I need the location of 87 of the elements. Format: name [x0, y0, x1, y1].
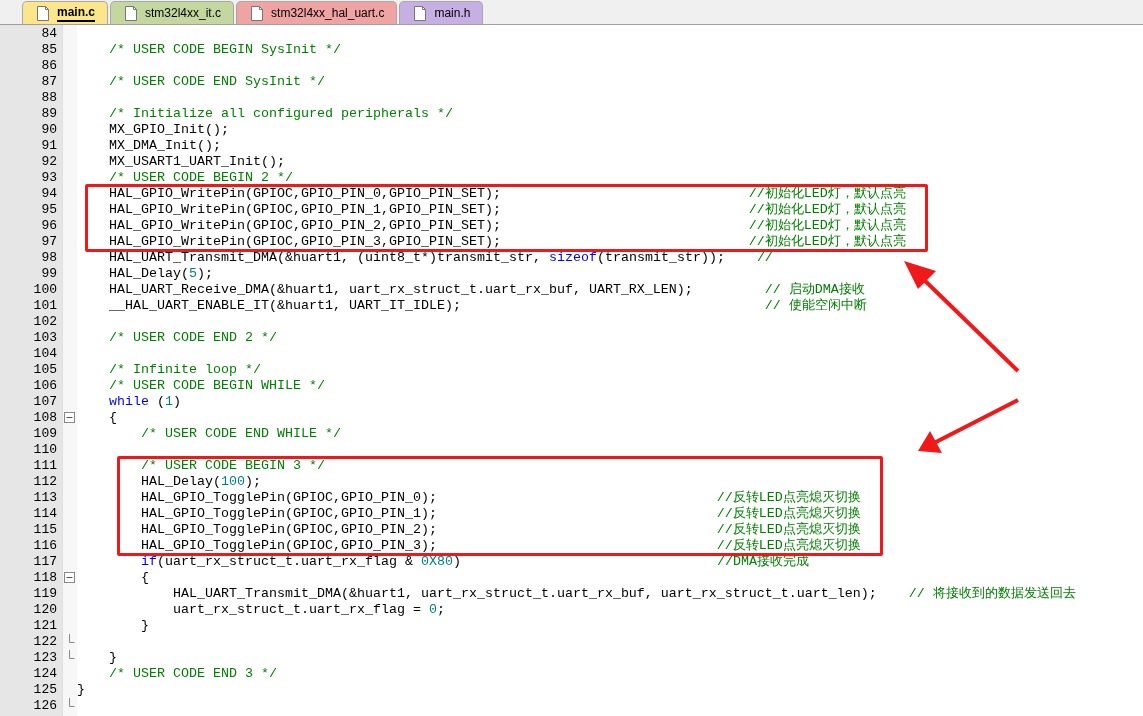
line-number: 104 — [32, 346, 58, 362]
code-line: while (1) — [108, 394, 182, 410]
code-line: HAL_UART_Receive_DMA(&huart1, uart_rx_struct_t.uart_rx_buf, UART_RX_LEN); // 启动DMA接收 — [108, 282, 866, 298]
line-number: 118 — [32, 570, 58, 586]
code-line: HAL_GPIO_TogglePin(GPIOC,GPIO_PIN_3); //反转LED点亮熄灭切换 — [140, 538, 861, 554]
line-number: 108 — [32, 410, 58, 426]
line-number: 111 — [32, 458, 58, 474]
code-line: /* USER CODE BEGIN 2 */ — [108, 170, 294, 186]
line-number: 85 — [40, 42, 58, 58]
line-number: 126 — [32, 698, 58, 714]
line-number: 122 — [32, 634, 58, 650]
code-line: HAL_UART_Transmit_DMA(&huart1, uart_rx_struct_t.uart_rx_buf, uart_rx_struct_t.uart_len); // 将接收到的数据发送回去 — [171, 586, 1077, 602]
code-line: HAL_GPIO_WritePin(GPIOC,GPIO_PIN_1,GPIO_PIN_SET); //初始化LED灯，默认点亮 — [108, 202, 906, 218]
code-line: HAL_GPIO_WritePin(GPIOC,GPIO_PIN_0,GPIO_PIN_SET); //初始化LED灯，默认点亮 — [108, 186, 906, 202]
line-number: 98 — [40, 250, 58, 266]
line-number: 90 — [40, 122, 58, 138]
line-number: 84 — [40, 26, 58, 42]
file-tab[interactable]: stm32l4xx_it.c — [110, 1, 235, 24]
line-number: 102 — [32, 314, 58, 330]
code-line: /* USER CODE END 3 */ — [108, 666, 278, 682]
file-icon — [125, 5, 137, 21]
line-number: 121 — [32, 618, 58, 634]
code-line: HAL_Delay(5); — [108, 266, 214, 282]
file-icon — [37, 5, 49, 21]
file-tab[interactable]: main.c — [22, 1, 108, 24]
collapse-icon[interactable] — [64, 412, 75, 423]
line-number: 106 — [32, 378, 58, 394]
line-number: 125 — [32, 682, 58, 698]
code-line: } — [108, 650, 118, 666]
line-number: 123 — [32, 650, 58, 666]
line-number: 109 — [32, 426, 58, 442]
code-line: __HAL_UART_ENABLE_IT(&huart1, UART_IT_IDLE); // 使能空闲中断 — [108, 298, 868, 314]
code-line: /* USER CODE BEGIN SysInit */ — [108, 42, 342, 58]
line-number: 112 — [32, 474, 58, 490]
line-number: 86 — [40, 58, 58, 74]
line-number: 115 — [32, 522, 58, 538]
code-line: } — [140, 618, 150, 634]
file-icon — [414, 5, 427, 21]
code-line: HAL_UART_Transmit_DMA(&huart1, (uint8_t*)transmit_str, sizeof(transmit_str)); // — [108, 250, 774, 266]
code-line: /* USER CODE END WHILE */ — [140, 426, 342, 442]
code-line: HAL_GPIO_TogglePin(GPIOC,GPIO_PIN_0); //反转LED点亮熄灭切换 — [140, 490, 861, 506]
line-number: 105 — [32, 362, 58, 378]
code-line: /* Infinite loop */ — [108, 362, 262, 378]
code-line: { — [140, 570, 150, 586]
file-icon — [251, 5, 264, 21]
code-line: /* USER CODE END 2 */ — [108, 330, 278, 346]
code-line: /* Initialize all configured peripherals */ — [108, 106, 454, 122]
code-line: /* USER CODE BEGIN WHILE */ — [108, 378, 326, 394]
code-line: HAL_GPIO_TogglePin(GPIOC,GPIO_PIN_1); //反转LED点亮熄灭切换 — [140, 506, 861, 522]
file-tab[interactable]: main.h — [399, 1, 484, 24]
line-number: 101 — [32, 298, 58, 314]
code-line: uart_rx_struct_t.uart_rx_flag = 0; — [171, 602, 446, 618]
code-line: /* USER CODE END SysInit */ — [108, 74, 326, 90]
line-number: 93 — [40, 170, 58, 186]
code-line: MX_GPIO_Init(); — [108, 122, 230, 138]
collapse-icon[interactable] — [64, 572, 75, 583]
code-line: HAL_GPIO_TogglePin(GPIOC,GPIO_PIN_2); //反转LED点亮熄灭切换 — [140, 522, 861, 538]
code-line: MX_USART1_UART_Init(); — [108, 154, 286, 170]
code-line: HAL_GPIO_WritePin(GPIOC,GPIO_PIN_3,GPIO_PIN_SET); //初始化LED灯，默认点亮 — [108, 234, 906, 250]
line-number: 96 — [40, 218, 58, 234]
line-number: 91 — [40, 138, 58, 154]
code-line: } — [77, 682, 86, 698]
line-number: 89 — [40, 106, 58, 122]
line-number: 88 — [40, 90, 58, 106]
line-number: 110 — [32, 442, 58, 458]
line-number: 113 — [32, 490, 58, 506]
line-number: 114 — [32, 506, 58, 522]
line-number: 92 — [40, 154, 58, 170]
line-number: 94 — [40, 186, 58, 202]
line-number: 116 — [32, 538, 58, 554]
code-line: { — [108, 410, 118, 426]
line-number: 87 — [40, 74, 58, 90]
line-number: 120 — [32, 602, 58, 618]
file-tab[interactable]: stm32l4xx_hal_uart.c — [236, 1, 398, 24]
code-line: HAL_Delay(100); — [140, 474, 262, 490]
code-line: HAL_GPIO_WritePin(GPIOC,GPIO_PIN_2,GPIO_PIN_SET); //初始化LED灯，默认点亮 — [108, 218, 906, 234]
code-line: MX_DMA_Init(); — [108, 138, 222, 154]
code-line: /* USER CODE BEGIN 3 */ — [140, 458, 326, 474]
line-number: 100 — [32, 282, 58, 298]
line-number: 95 — [40, 202, 58, 218]
line-number: 119 — [32, 586, 58, 602]
line-number: 107 — [32, 394, 58, 410]
line-number: 124 — [32, 666, 58, 682]
line-number: 103 — [32, 330, 58, 346]
line-number: 99 — [40, 266, 58, 282]
line-number: 117 — [32, 554, 58, 570]
line-number: 97 — [40, 234, 58, 250]
